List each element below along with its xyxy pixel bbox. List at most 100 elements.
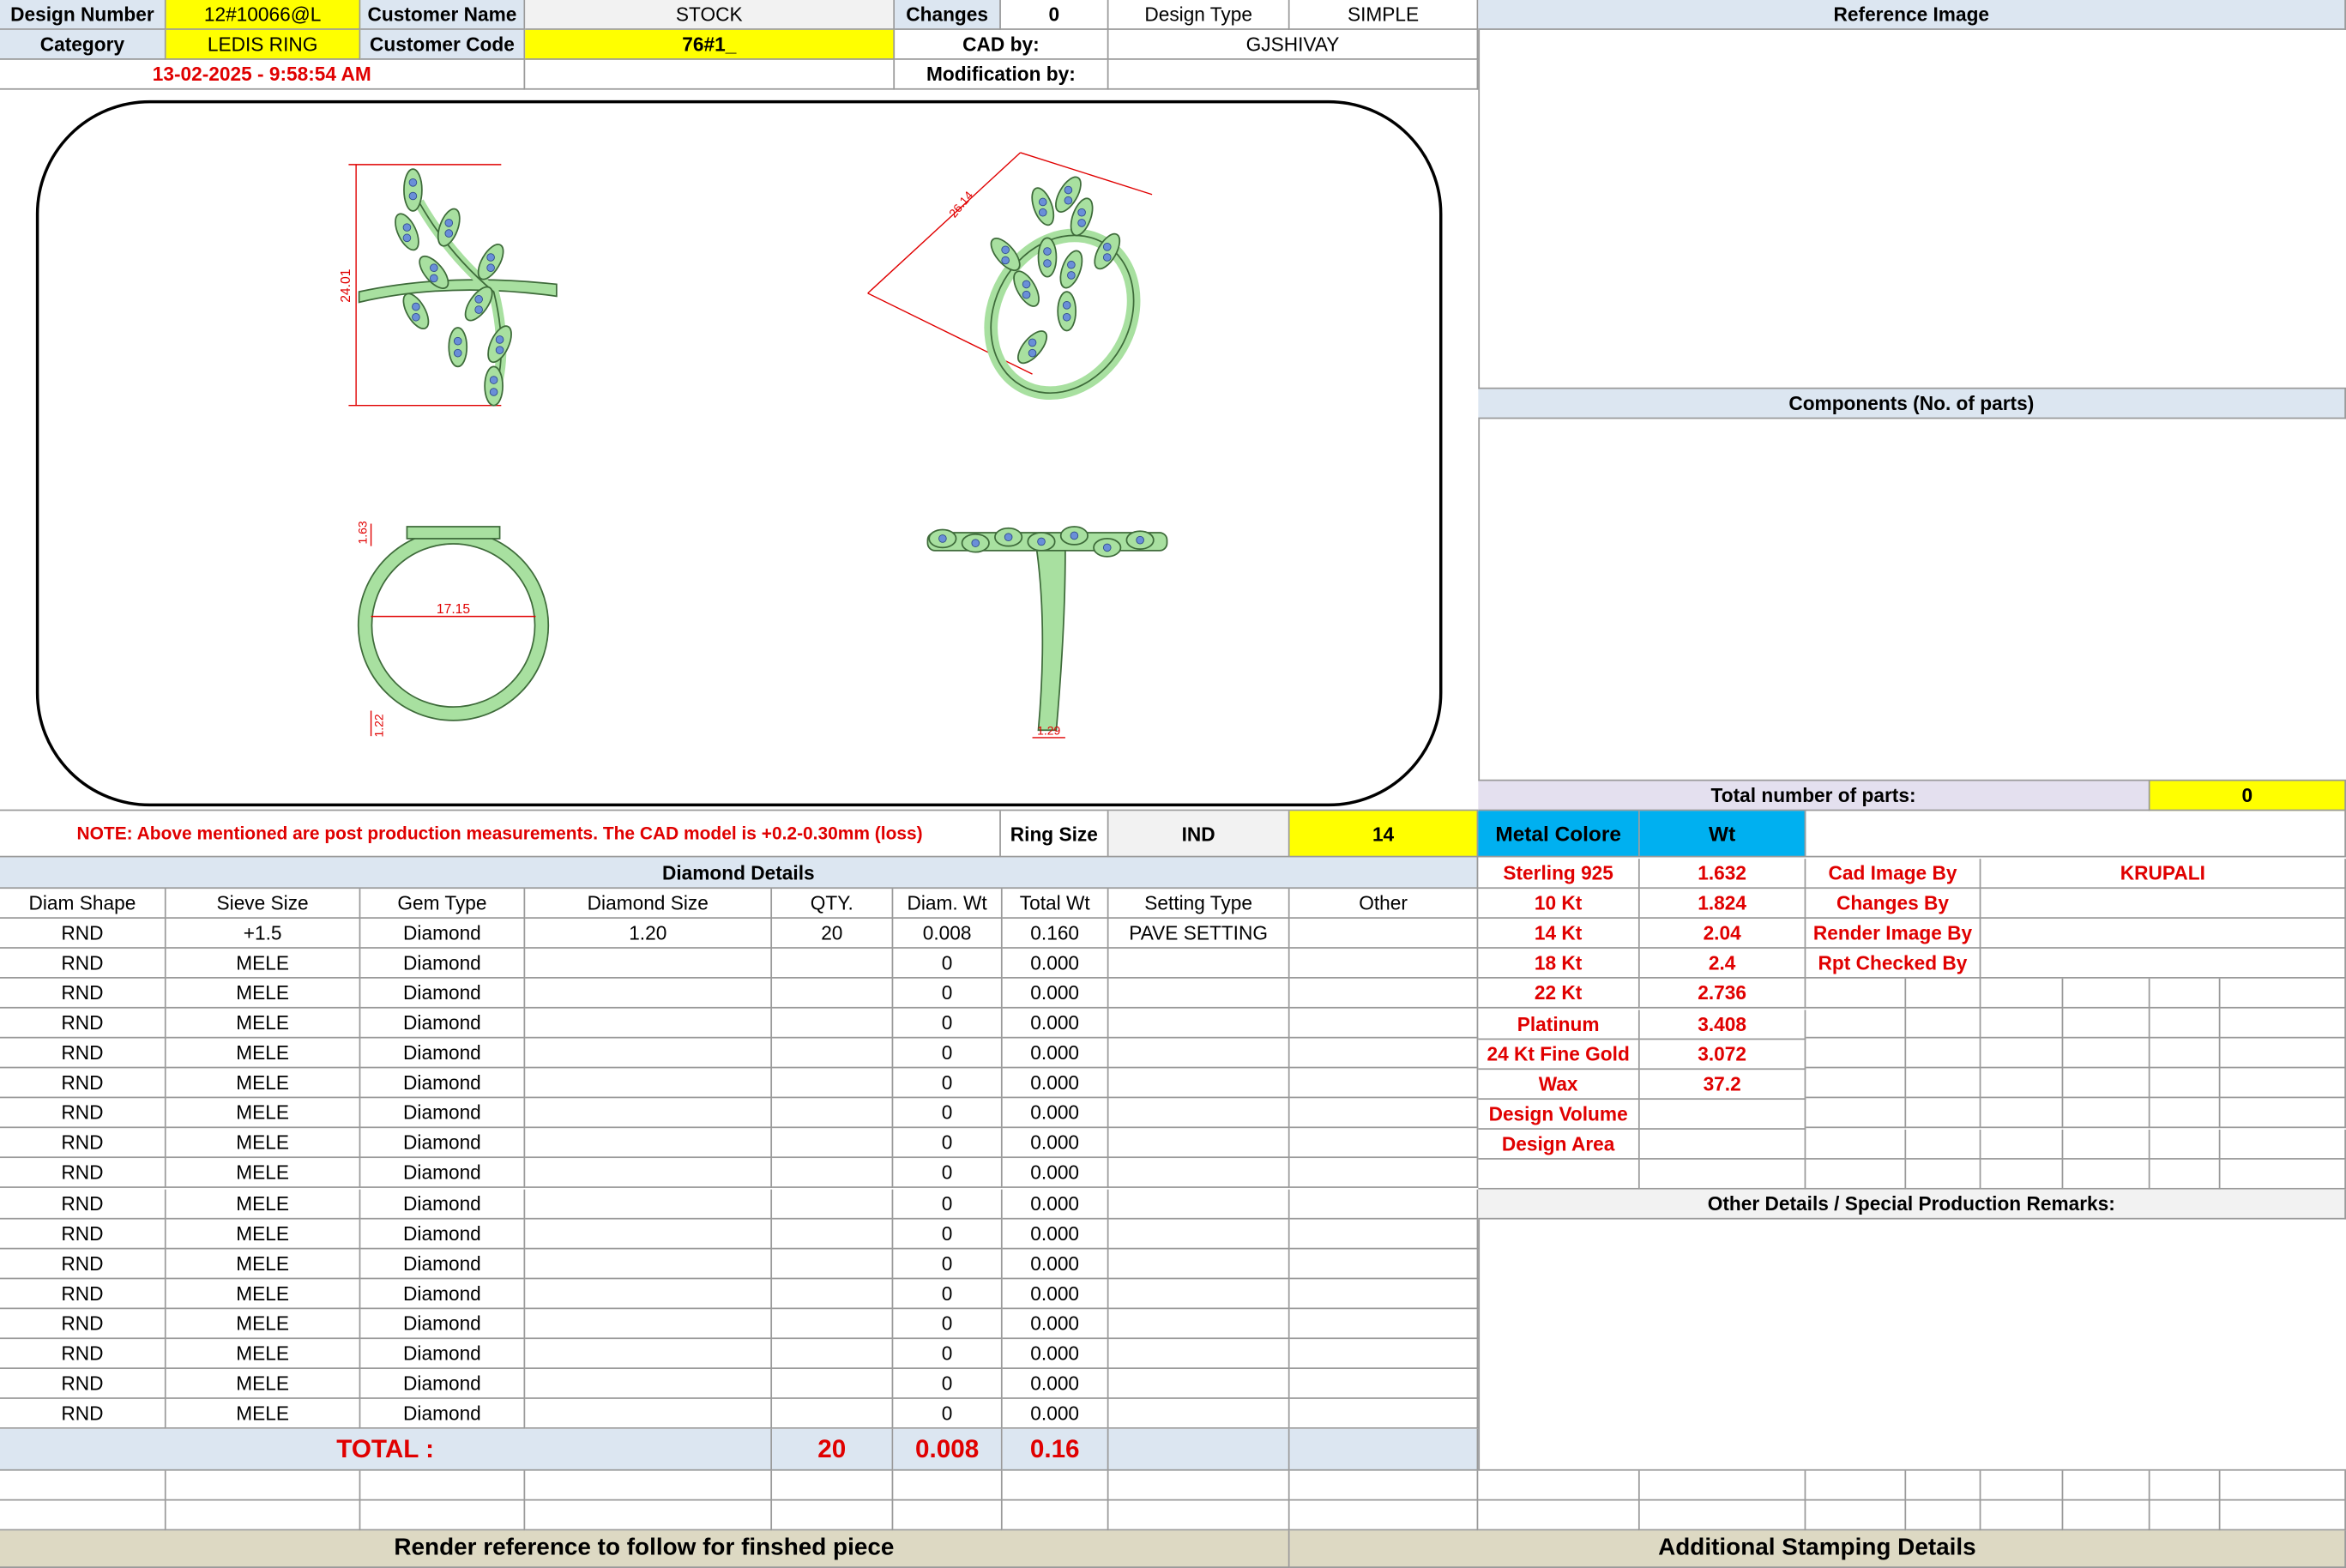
- cell-other[interactable]: [1289, 1398, 1479, 1429]
- cell-sieve-size[interactable]: MELE: [166, 1038, 361, 1069]
- cell-total-wt[interactable]: 0.000: [1002, 1128, 1109, 1159]
- cell-total-wt[interactable]: 0.160: [1002, 918, 1109, 949]
- cell-other[interactable]: [1289, 1098, 1479, 1129]
- cell-gem-type[interactable]: Diamond: [360, 1218, 526, 1249]
- cell-diam-wt[interactable]: 0: [893, 1188, 1003, 1219]
- cell-diamond-size[interactable]: [525, 1338, 773, 1369]
- cell-total-wt[interactable]: 0.000: [1002, 948, 1109, 979]
- cell-gem-type[interactable]: Diamond: [360, 1128, 526, 1159]
- cell-setting-type[interactable]: [1108, 1038, 1290, 1069]
- cell-gem-type[interactable]: Diamond: [360, 1398, 526, 1429]
- cad-image-by-value[interactable]: KRUPALI: [1981, 859, 2346, 890]
- cell-setting-type[interactable]: [1108, 1278, 1290, 1309]
- cell-diamond-size[interactable]: [525, 1278, 773, 1309]
- cell-sieve-size[interactable]: MELE: [166, 1368, 361, 1399]
- cell-gem-type[interactable]: Diamond: [360, 1098, 526, 1129]
- cell-sieve-size[interactable]: MELE: [166, 1218, 361, 1249]
- cell-sieve-size[interactable]: MELE: [166, 1008, 361, 1039]
- cell-diamond-size[interactable]: [525, 1128, 773, 1159]
- cell-qty[interactable]: [772, 1098, 894, 1129]
- metal-weight[interactable]: 3.408: [1639, 1009, 1806, 1040]
- modification-by-value[interactable]: [1108, 59, 1479, 90]
- cell-setting-type[interactable]: [1108, 1308, 1290, 1339]
- cell-diam-wt[interactable]: 0: [893, 1368, 1003, 1399]
- cell-diam-wt[interactable]: 0: [893, 1398, 1003, 1429]
- cell-sieve-size[interactable]: MELE: [166, 1248, 361, 1279]
- cell-gem-type[interactable]: Diamond: [360, 1368, 526, 1399]
- cell-diam-wt[interactable]: 0: [893, 978, 1003, 1009]
- other-details-area[interactable]: [1478, 1219, 2346, 1471]
- cell-other[interactable]: [1289, 1218, 1479, 1249]
- cell-qty[interactable]: [772, 1248, 894, 1279]
- cell-other[interactable]: [1289, 1128, 1479, 1159]
- cell-qty[interactable]: [772, 1398, 894, 1429]
- cell-diamond-size[interactable]: [525, 1188, 773, 1219]
- cell-total-wt[interactable]: 0.000: [1002, 1398, 1109, 1429]
- cell-gem-type[interactable]: Diamond: [360, 1008, 526, 1039]
- cell-setting-type[interactable]: [1108, 1218, 1290, 1249]
- cell-other[interactable]: [1289, 1158, 1479, 1189]
- cell-diam-wt[interactable]: 0: [893, 948, 1003, 979]
- cell-qty[interactable]: [772, 1008, 894, 1039]
- total-parts-value[interactable]: 0: [2150, 781, 2346, 811]
- metal-weight[interactable]: 37.2: [1639, 1069, 1806, 1100]
- cell-diamond-size[interactable]: [525, 1038, 773, 1069]
- cell-diamond-size[interactable]: [525, 1158, 773, 1189]
- cell-qty[interactable]: [772, 1188, 894, 1219]
- cell-other[interactable]: [1289, 918, 1479, 949]
- cell-diamond-size[interactable]: [525, 1368, 773, 1399]
- cell-gem-type[interactable]: Diamond: [360, 948, 526, 979]
- design-type-value[interactable]: SIMPLE: [1289, 0, 1479, 30]
- cell-gem-type[interactable]: Diamond: [360, 1248, 526, 1279]
- cell-diam-wt[interactable]: 0: [893, 1218, 1003, 1249]
- cell-gem-type[interactable]: Diamond: [360, 1278, 526, 1309]
- cell-qty[interactable]: [772, 948, 894, 979]
- customer-name-value[interactable]: STOCK: [525, 0, 896, 30]
- cell-other[interactable]: [1289, 1308, 1479, 1339]
- cell-total-wt[interactable]: 0.000: [1002, 1248, 1109, 1279]
- cell-setting-type[interactable]: [1108, 1368, 1290, 1399]
- cell-other[interactable]: [1289, 1338, 1479, 1369]
- cell-total-wt[interactable]: 0.000: [1002, 1158, 1109, 1189]
- cell-diam-wt[interactable]: 0: [893, 1308, 1003, 1339]
- cell-sieve-size[interactable]: MELE: [166, 1158, 361, 1189]
- cell-total-wt[interactable]: 0.000: [1002, 1188, 1109, 1219]
- cell-gem-type[interactable]: Diamond: [360, 1188, 526, 1219]
- metal-weight[interactable]: 2.4: [1639, 949, 1806, 980]
- cell-diamond-size[interactable]: [525, 1248, 773, 1279]
- metal-weight[interactable]: 1.632: [1639, 859, 1806, 890]
- cell-diamond-size[interactable]: [525, 1008, 773, 1039]
- cell-qty[interactable]: [772, 978, 894, 1009]
- cell-total-wt[interactable]: 0.000: [1002, 978, 1109, 1009]
- cell-gem-type[interactable]: Diamond: [360, 918, 526, 949]
- cell-other[interactable]: [1289, 948, 1479, 979]
- cell-diamond-size[interactable]: [525, 1098, 773, 1129]
- cell-qty[interactable]: [772, 1308, 894, 1339]
- cell-diam-wt[interactable]: 0: [893, 1278, 1003, 1309]
- cell-gem-type[interactable]: Diamond: [360, 978, 526, 1009]
- cell-other[interactable]: [1289, 1248, 1479, 1279]
- customer-code-value[interactable]: 76#1_: [525, 29, 896, 60]
- cell-gem-type[interactable]: Diamond: [360, 1308, 526, 1339]
- cell-setting-type[interactable]: [1108, 978, 1290, 1009]
- cell-total-wt[interactable]: 0.000: [1002, 1278, 1109, 1309]
- cell-other[interactable]: [1289, 1188, 1479, 1219]
- cell-diamond-size[interactable]: [525, 1068, 773, 1099]
- cell-setting-type[interactable]: [1108, 1068, 1290, 1099]
- cell-total-wt[interactable]: 0.000: [1002, 1008, 1109, 1039]
- cell-diam-wt[interactable]: 0.008: [893, 918, 1003, 949]
- cell-sieve-size[interactable]: MELE: [166, 1308, 361, 1339]
- cell-diam-wt[interactable]: 0: [893, 1038, 1003, 1069]
- cell-qty[interactable]: [772, 1038, 894, 1069]
- cell-setting-type[interactable]: PAVE SETTING: [1108, 918, 1290, 949]
- cell-sieve-size[interactable]: MELE: [166, 1098, 361, 1129]
- cell-other[interactable]: [1289, 978, 1479, 1009]
- ring-size-value[interactable]: 14: [1289, 811, 1479, 858]
- cell-diam-wt[interactable]: 0: [893, 1098, 1003, 1129]
- cell-diamond-size[interactable]: [525, 1398, 773, 1429]
- cell-qty[interactable]: [772, 1158, 894, 1189]
- cell-total-wt[interactable]: 0.000: [1002, 1038, 1109, 1069]
- cell-diam-wt[interactable]: 0: [893, 1158, 1003, 1189]
- cell-sieve-size[interactable]: MELE: [166, 1338, 361, 1369]
- cell-gem-type[interactable]: Diamond: [360, 1158, 526, 1189]
